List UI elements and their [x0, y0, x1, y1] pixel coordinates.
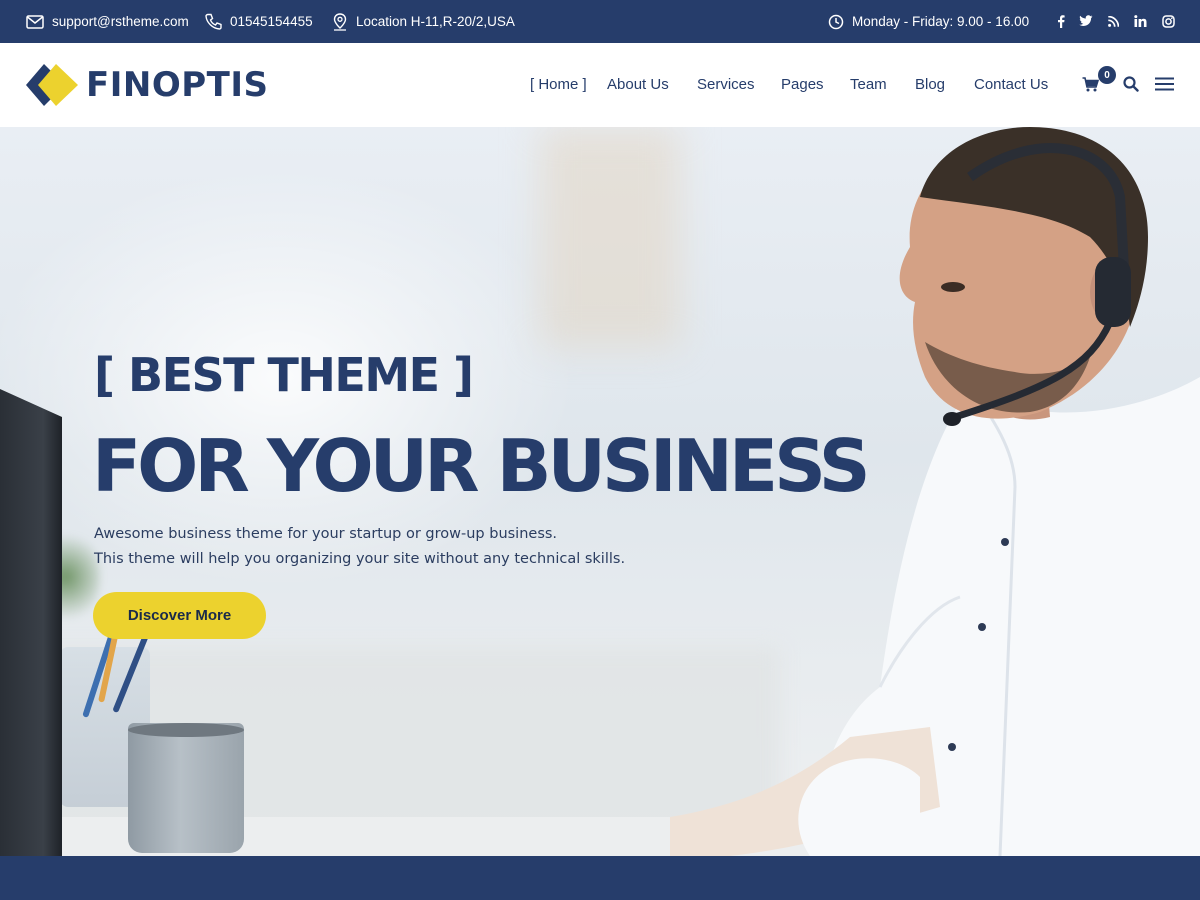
logo-text: FINOPTIS [86, 65, 269, 105]
nav-contact-us[interactable]: Contact Us [974, 76, 1048, 93]
hero-headline: FOR YOUR BUSINESS [92, 424, 871, 508]
search-icon[interactable] [1123, 76, 1139, 97]
hero-description-line-2: This theme will help you organizing your… [94, 551, 626, 567]
nav-about-us[interactable]: About Us [607, 76, 669, 93]
top-bar: support@rstheme.com 01545154455 Location… [0, 0, 1200, 43]
phone-icon [205, 13, 222, 30]
phone-contact[interactable]: 01545154455 [205, 0, 313, 43]
monitor-image [0, 389, 62, 856]
hero-section: [ BEST THEME ] FOR YOUR BUSINESS Awesome… [0, 127, 1200, 856]
background-blur [540, 127, 680, 347]
location-text: Location H-11,R-20/2,USA [356, 14, 515, 29]
nav-blog[interactable]: Blog [915, 76, 945, 93]
rss-icon[interactable] [1105, 13, 1121, 29]
hero-tagline: [ BEST THEME ] [94, 348, 474, 402]
coffee-mug-image [128, 723, 244, 853]
linkedin-icon[interactable] [1132, 13, 1148, 29]
email-contact[interactable]: support@rstheme.com [26, 0, 189, 43]
nav-services[interactable]: Services [697, 76, 755, 93]
location-pin-icon [333, 12, 347, 31]
clock-icon [828, 14, 844, 29]
site-logo[interactable]: FINOPTIS [26, 63, 268, 107]
cart-icon[interactable] [1082, 77, 1100, 97]
hero-description-line-1: Awesome business theme for your startup … [94, 526, 558, 542]
hours-text: Monday - Friday: 9.00 - 16.00 [852, 14, 1030, 29]
next-section-band [0, 856, 1200, 900]
phone-text: 01545154455 [230, 14, 313, 29]
envelope-icon [26, 14, 44, 29]
business-hours: Monday - Friday: 9.00 - 16.00 [828, 0, 1029, 43]
location-info: Location H-11,R-20/2,USA [332, 0, 515, 43]
cart-count-badge: 0 [1098, 66, 1116, 84]
main-header: FINOPTIS [ Home ] About Us Services Page… [0, 43, 1200, 127]
twitter-icon[interactable] [1078, 13, 1094, 29]
instagram-icon[interactable] [1160, 13, 1176, 29]
nav-home[interactable]: [ Home ] [530, 76, 587, 93]
discover-more-button[interactable]: Discover More [93, 592, 266, 639]
nav-pages[interactable]: Pages [781, 76, 824, 93]
facebook-icon[interactable] [1053, 13, 1069, 29]
hamburger-menu-icon[interactable] [1155, 77, 1174, 96]
email-text: support@rstheme.com [52, 14, 189, 29]
logo-mark-icon [26, 64, 78, 106]
nav-team[interactable]: Team [850, 76, 887, 93]
